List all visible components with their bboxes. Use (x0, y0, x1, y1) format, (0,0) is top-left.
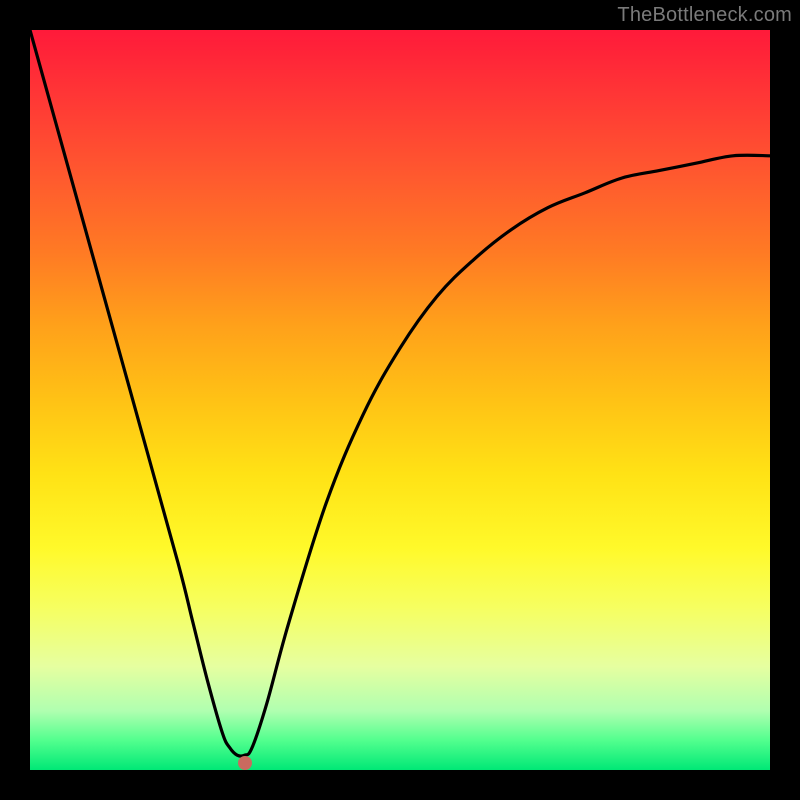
minimum-marker-dot (238, 756, 252, 770)
plot-area (30, 30, 770, 770)
watermark-text: TheBottleneck.com (617, 4, 792, 27)
bottleneck-curve (30, 30, 770, 770)
chart-frame: TheBottleneck.com (0, 0, 800, 800)
